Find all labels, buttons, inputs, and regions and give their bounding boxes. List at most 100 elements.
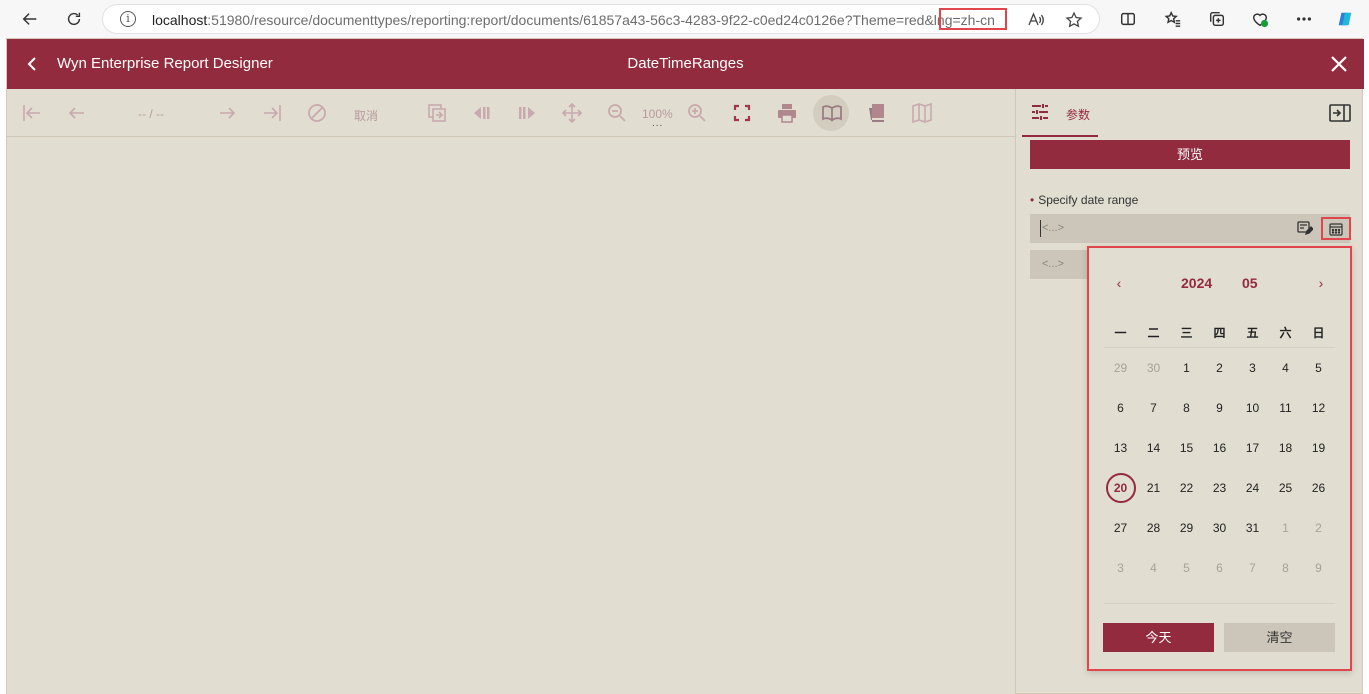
preview-button[interactable]: 预览 xyxy=(1030,140,1350,169)
first-page-icon[interactable] xyxy=(20,101,44,125)
calendar-day[interactable]: 23 xyxy=(1205,473,1235,503)
app-titlebar: Wyn Enterprise Report Designer DateTimeR… xyxy=(7,39,1364,89)
calendar-day[interactable]: 22 xyxy=(1172,473,1202,503)
more-icon[interactable] xyxy=(1289,4,1319,34)
next-month-icon[interactable]: › xyxy=(1310,272,1332,294)
weekday-label: 三 xyxy=(1180,326,1193,340)
calendar-day[interactable]: 21 xyxy=(1139,473,1169,503)
info-icon[interactable]: i xyxy=(120,11,136,27)
last-page-icon[interactable] xyxy=(260,101,284,125)
calendar-day[interactable]: 29 xyxy=(1106,353,1136,383)
calendar-day[interactable]: 26 xyxy=(1304,473,1334,503)
calendar-day[interactable]: 4 xyxy=(1271,353,1301,383)
favorite-icon[interactable] xyxy=(1065,11,1083,34)
calendar-day[interactable]: 27 xyxy=(1106,513,1136,543)
calendar-day[interactable]: 5 xyxy=(1172,553,1202,583)
calendar-day[interactable]: 28 xyxy=(1139,513,1169,543)
calendar-year[interactable]: 2024 xyxy=(1181,275,1212,291)
calendar-day[interactable]: 10 xyxy=(1238,393,1268,423)
browser-toolbar: i localhost:51980/resource/documenttypes… xyxy=(0,0,1369,38)
calendar-day[interactable]: 11 xyxy=(1271,393,1301,423)
read-aloud-icon[interactable] xyxy=(1027,11,1045,34)
calendar-day[interactable]: 6 xyxy=(1205,553,1235,583)
calendar-day[interactable]: 30 xyxy=(1205,513,1235,543)
calendar-day[interactable]: 3 xyxy=(1106,553,1136,583)
pan-icon[interactable] xyxy=(560,101,584,125)
calendar-day[interactable]: 17 xyxy=(1238,433,1268,463)
step-forward-icon[interactable] xyxy=(515,101,539,125)
param-label-text: Specify date range xyxy=(1038,193,1139,207)
calendar-day[interactable]: 1 xyxy=(1172,353,1202,383)
print-icon[interactable] xyxy=(775,101,799,125)
calendar-day[interactable]: 15 xyxy=(1172,433,1202,463)
zoom-out-icon[interactable] xyxy=(605,101,629,125)
calendar-day[interactable]: 12 xyxy=(1304,393,1334,423)
calendar-day[interactable]: 7 xyxy=(1238,553,1268,583)
calendar-day[interactable]: 14 xyxy=(1139,433,1169,463)
tab-parameters[interactable]: 参数 xyxy=(1022,89,1098,137)
today-button[interactable]: 今天 xyxy=(1103,623,1214,652)
calendar-day[interactable]: 24 xyxy=(1238,473,1268,503)
calendar-day[interactable]: 8 xyxy=(1271,553,1301,583)
fullscreen-icon[interactable] xyxy=(730,101,754,125)
calendar-day[interactable]: 5 xyxy=(1304,353,1334,383)
calendar-day[interactable]: 29 xyxy=(1172,513,1202,543)
cancel-icon[interactable] xyxy=(305,101,329,125)
report-viewer-area[interactable] xyxy=(7,138,1015,694)
map-view-icon[interactable] xyxy=(910,101,934,125)
calendar-day[interactable]: 7 xyxy=(1139,393,1169,423)
calendar-button[interactable] xyxy=(1321,217,1351,240)
calendar-day[interactable]: 2 xyxy=(1205,353,1235,383)
date-range-end-field[interactable]: <...> xyxy=(1030,250,1090,279)
weekday-header: 一 二 三 四 五 六 日 xyxy=(1104,324,1335,341)
step-back-icon[interactable] xyxy=(470,101,494,125)
favorites-icon[interactable] xyxy=(1158,4,1188,34)
address-bar[interactable]: i localhost:51980/resource/documenttypes… xyxy=(102,4,1100,34)
calendar-day[interactable]: 19 xyxy=(1304,433,1334,463)
cancel-label[interactable]: 取消 xyxy=(354,107,378,124)
calendar-day[interactable]: 9 xyxy=(1304,553,1334,583)
calendar-day[interactable]: 25 xyxy=(1271,473,1301,503)
previous-page-icon[interactable] xyxy=(65,101,89,125)
calendar-day[interactable]: 16 xyxy=(1205,433,1235,463)
viewer-toolbar: -- / -- 取消 100% ... xyxy=(7,89,1015,137)
collapse-panel-icon[interactable] xyxy=(1329,103,1351,123)
calendar-day[interactable]: 31 xyxy=(1238,513,1268,543)
calendar-day[interactable]: 30 xyxy=(1139,353,1169,383)
split-screen-icon[interactable] xyxy=(1113,4,1143,34)
calendar-day[interactable]: 2 xyxy=(1304,513,1334,543)
calendar-day[interactable]: 20 xyxy=(1105,473,1136,503)
galley-view-icon[interactable] xyxy=(865,101,889,125)
document-title: DateTimeRanges xyxy=(627,55,744,72)
collections-icon[interactable] xyxy=(1202,4,1232,34)
calendar-day[interactable]: 3 xyxy=(1238,353,1268,383)
zoom-in-icon[interactable] xyxy=(685,101,709,125)
date-range-start-field[interactable]: <...> xyxy=(1030,214,1351,243)
param-label: • Specify date range xyxy=(1030,193,1138,207)
weekday-label: 五 xyxy=(1246,326,1259,340)
export-icon[interactable] xyxy=(425,101,449,125)
end-placeholder: <...> xyxy=(1042,258,1065,270)
close-icon[interactable] xyxy=(1328,53,1350,75)
zoom-dots[interactable]: ... xyxy=(652,118,663,129)
tab-parameters-label: 参数 xyxy=(1066,108,1091,122)
calendar-day[interactable]: 6 xyxy=(1106,393,1136,423)
back-icon[interactable] xyxy=(15,4,45,34)
calendar-day[interactable]: 18 xyxy=(1271,433,1301,463)
previous-month-icon[interactable]: ‹ xyxy=(1108,272,1130,294)
copilot-icon[interactable] xyxy=(1330,4,1360,34)
next-page-icon[interactable] xyxy=(215,101,239,125)
page-indicator[interactable]: -- / -- xyxy=(138,107,164,121)
calendar-day[interactable]: 8 xyxy=(1172,393,1202,423)
calendar-day[interactable]: 4 xyxy=(1139,553,1169,583)
performance-icon[interactable] xyxy=(1245,4,1275,34)
calendar-day[interactable]: 13 xyxy=(1106,433,1136,463)
calendar-month[interactable]: 05 xyxy=(1242,275,1258,291)
calendar-day[interactable]: 1 xyxy=(1271,513,1301,543)
book-view-icon[interactable] xyxy=(820,101,844,125)
calendar-day[interactable]: 9 xyxy=(1205,393,1235,423)
clear-button[interactable]: 清空 xyxy=(1224,623,1335,652)
weekday-label: 四 xyxy=(1213,326,1226,340)
refresh-icon[interactable] xyxy=(59,4,89,34)
edit-value-icon[interactable] xyxy=(1297,220,1313,236)
